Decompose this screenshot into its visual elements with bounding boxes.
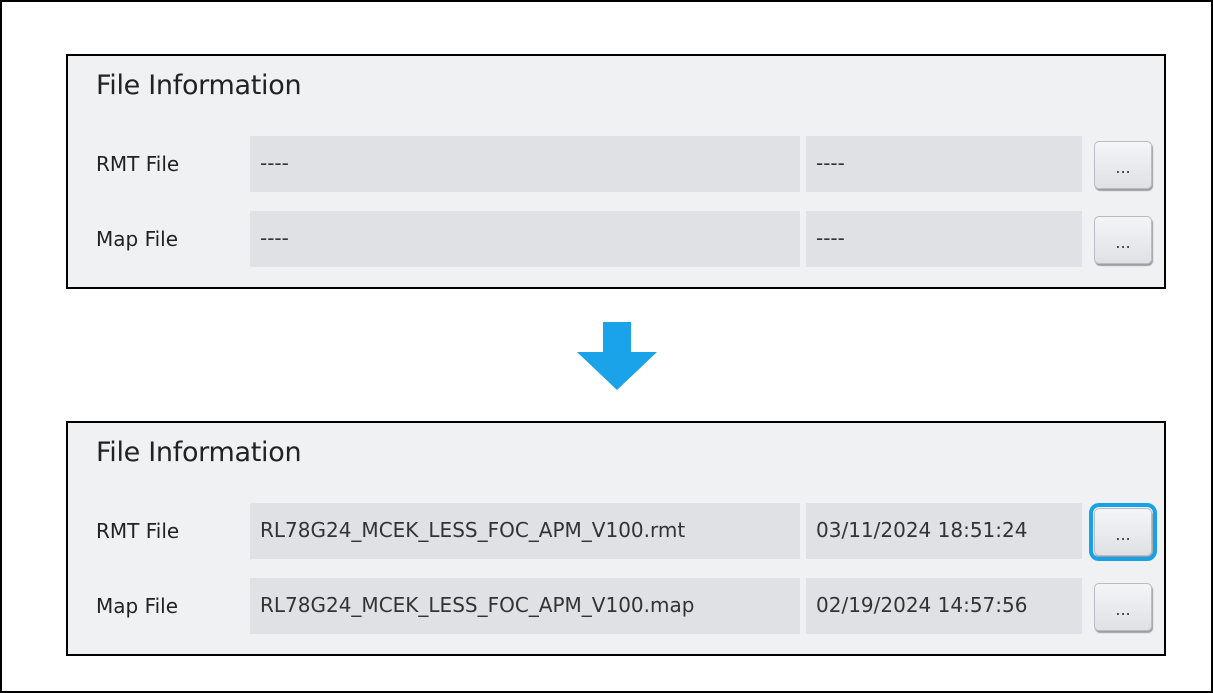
rmt-file-label: RMT File [96,519,180,543]
map-file-date-field: ---- [806,211,1082,267]
map-file-date-field: 02/19/2024 14:57:56 [806,578,1082,634]
file-information-panel-before: File Information RMT File ---- ---- ... … [66,54,1166,289]
rmt-file-browse-button[interactable]: ... [1094,141,1152,189]
figure-frame: File Information RMT File ---- ---- ... … [0,0,1213,693]
rmt-file-name-field: ---- [250,136,800,192]
rmt-file-row: RMT File RL78G24_MCEK_LESS_FOC_APM_V100.… [68,503,1164,561]
rmt-file-browse-button[interactable]: ... [1089,503,1157,561]
map-file-label: Map File [96,227,179,251]
rmt-file-date-field: ---- [806,136,1082,192]
panel-title: File Information [96,70,302,101]
rmt-file-date-field: 03/11/2024 18:51:24 [806,503,1082,559]
file-information-panel-after: File Information RMT File RL78G24_MCEK_L… [66,421,1166,656]
map-file-browse-button[interactable]: ... [1094,216,1152,264]
panel-title: File Information [96,437,302,468]
map-file-label: Map File [96,594,179,618]
map-file-name-field: ---- [250,211,800,267]
rmt-file-name-field: RL78G24_MCEK_LESS_FOC_APM_V100.rmt [250,503,800,559]
map-file-row: Map File RL78G24_MCEK_LESS_FOC_APM_V100.… [68,578,1164,634]
arrow-down-icon [577,322,657,390]
rmt-file-row: RMT File ---- ---- ... [68,136,1164,192]
map-file-name-field: RL78G24_MCEK_LESS_FOC_APM_V100.map [250,578,800,634]
rmt-file-label: RMT File [96,152,180,176]
map-file-browse-button[interactable]: ... [1094,583,1152,631]
map-file-row: Map File ---- ---- ... [68,211,1164,267]
